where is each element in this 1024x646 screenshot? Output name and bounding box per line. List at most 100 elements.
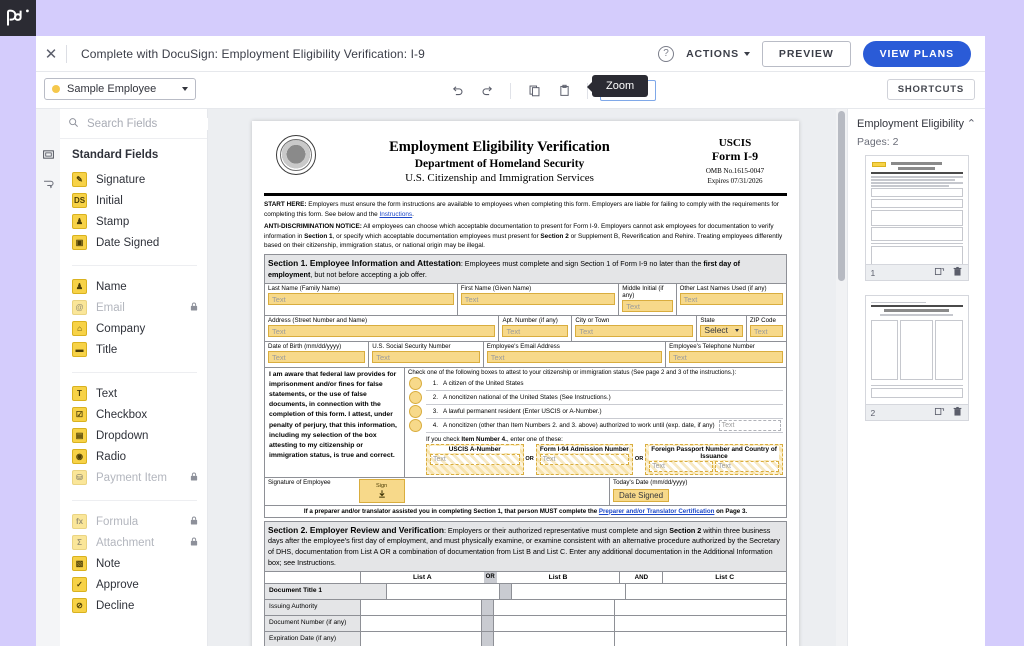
citizenship-option[interactable]: 4. A noncitizen (other than Item Numbers … bbox=[409, 418, 783, 433]
state-select-field[interactable]: Select bbox=[700, 324, 743, 337]
text-field[interactable]: Text bbox=[460, 292, 616, 305]
option-number: 1. bbox=[432, 379, 438, 387]
radio-field[interactable] bbox=[409, 404, 422, 418]
cell-list-c[interactable] bbox=[615, 632, 786, 646]
field-label: ZIP Code bbox=[749, 316, 776, 324]
cell-list-a[interactable] bbox=[387, 584, 500, 599]
field-item-payment-item[interactable]: ⛁ Payment Item bbox=[72, 467, 207, 488]
instructions-link[interactable]: Instructions bbox=[379, 211, 412, 218]
cell-list-c[interactable] bbox=[626, 584, 786, 599]
text-field[interactable]: Text bbox=[622, 299, 673, 312]
field-item-text[interactable]: T Text bbox=[72, 383, 207, 404]
form-row: Last Name (Family Name) Text First Name (G… bbox=[264, 283, 787, 316]
number-box-field[interactable]: Text bbox=[430, 453, 520, 465]
field-item-stamp[interactable]: ♟ Stamp bbox=[72, 211, 207, 232]
copy-button[interactable] bbox=[523, 80, 545, 102]
actions-menu-button[interactable]: ACTIONS bbox=[686, 48, 750, 60]
radio-field[interactable] bbox=[409, 390, 422, 404]
formula-icon: fx bbox=[72, 514, 87, 529]
number-box-field[interactable]: Text bbox=[649, 460, 714, 472]
cell-list-b[interactable] bbox=[494, 615, 616, 631]
field-item-dropdown[interactable]: ▤ Dropdown bbox=[72, 425, 207, 446]
cell-list-a[interactable] bbox=[361, 616, 481, 631]
field-item-radio[interactable]: ◉ Radio bbox=[72, 446, 207, 467]
pandadoc-logo[interactable] bbox=[0, 0, 36, 36]
cell-list-c[interactable] bbox=[615, 616, 786, 631]
text-field[interactable]: Text bbox=[486, 350, 663, 363]
name-icon: ♟ bbox=[72, 279, 87, 294]
field-item-signature[interactable]: ✎ Signature bbox=[72, 169, 207, 190]
close-button[interactable]: ✕ bbox=[36, 36, 66, 72]
citizenship-option[interactable]: 1. A citizen of the United States bbox=[409, 376, 783, 391]
field-item-email[interactable]: @ Email bbox=[72, 297, 207, 318]
cell-list-b[interactable] bbox=[494, 599, 616, 615]
citizenship-option[interactable]: 2. A noncitizen national of the United St… bbox=[409, 390, 783, 405]
field-item-company[interactable]: ⌂ Company bbox=[72, 318, 207, 339]
view-plans-button[interactable]: VIEW PLANS bbox=[862, 40, 971, 67]
field-item-note[interactable]: ▧ Note bbox=[72, 553, 207, 574]
page-thumbnail[interactable]: 2 bbox=[864, 295, 969, 421]
citizenship-option-list: 1. A citizen of the United States 2. A nonc… bbox=[409, 376, 783, 433]
item4-number-boxes: USCIS A-Number Text OR Form I-94 Admission … bbox=[426, 443, 783, 475]
text-field[interactable]: Text bbox=[372, 350, 480, 363]
field-item-formula[interactable]: fx Formula bbox=[72, 511, 207, 532]
cell-list-a[interactable] bbox=[361, 600, 481, 615]
field-item-decline[interactable]: ⊘ Decline bbox=[72, 595, 207, 616]
note-icon: ▧ bbox=[72, 556, 87, 571]
field-item-initial[interactable]: DS Initial bbox=[72, 190, 207, 211]
cell-list-b[interactable] bbox=[512, 583, 627, 599]
duplicate-page-icon[interactable] bbox=[934, 406, 945, 419]
field-item-checkbox[interactable]: ☑ Checkbox bbox=[72, 404, 207, 425]
number-box-field[interactable]: Text bbox=[539, 453, 630, 465]
todays-date-label: Today's Date (mm/dd/yyyy) bbox=[613, 478, 688, 486]
number-box-field-secondary[interactable]: Text bbox=[715, 460, 779, 472]
canvas-scrollbar[interactable] bbox=[836, 109, 847, 646]
sign-field[interactable]: Sign bbox=[358, 478, 405, 503]
cell-list-c[interactable] bbox=[615, 600, 786, 615]
field-item-approve[interactable]: ✓ Approve bbox=[72, 574, 207, 595]
document-page-1[interactable]: Employment Eligibility Verification Depa… bbox=[252, 121, 799, 646]
chevron-up-icon[interactable]: ⌃ bbox=[967, 117, 976, 130]
recipient-dropdown[interactable]: Sample Employee bbox=[44, 78, 196, 100]
text-field[interactable]: Text bbox=[502, 324, 569, 337]
cell-list-b[interactable] bbox=[494, 631, 616, 646]
approve-icon: ✓ bbox=[72, 577, 87, 592]
text-field[interactable]: Text bbox=[268, 350, 366, 363]
text-field[interactable]: Text bbox=[268, 292, 454, 305]
number-box-label: Foreign Passport Number and Country of I… bbox=[649, 445, 779, 460]
field-label: Other Last Names Used (if any) bbox=[679, 284, 767, 292]
content-rail-icon[interactable] bbox=[36, 169, 60, 199]
text-field[interactable]: Text bbox=[669, 350, 783, 363]
field-item-date-signed[interactable]: ▣ Date Signed bbox=[72, 232, 207, 253]
date-signed-field[interactable]: Date Signed bbox=[613, 488, 670, 502]
field-item-name[interactable]: ♟ Name bbox=[72, 276, 207, 297]
anti-bold-1: Section 1 bbox=[304, 232, 333, 240]
duplicate-page-icon[interactable] bbox=[934, 266, 945, 279]
canvas-scrollbar-thumb[interactable] bbox=[838, 111, 845, 281]
preparer-certification-link[interactable]: Preparer and/or Translator Certification bbox=[599, 508, 715, 515]
expiration-date-field[interactable]: Text bbox=[718, 419, 781, 431]
text-field[interactable]: Text bbox=[575, 324, 694, 337]
help-icon[interactable]: ? bbox=[658, 45, 675, 62]
field-item-attachment[interactable]: Ʃ Attachment bbox=[72, 532, 207, 553]
document-canvas[interactable]: Employment Eligibility Verification Depa… bbox=[208, 109, 839, 646]
text-field[interactable]: Text bbox=[679, 292, 783, 305]
radio-field[interactable] bbox=[409, 418, 422, 432]
field-item-title[interactable]: ▬ Title bbox=[72, 339, 207, 360]
delete-page-icon[interactable] bbox=[952, 406, 963, 419]
delete-page-icon[interactable] bbox=[952, 266, 963, 279]
fields-rail-icon[interactable] bbox=[36, 139, 60, 169]
text-field[interactable]: Text bbox=[268, 324, 496, 337]
stamp-icon: ♟ bbox=[72, 214, 87, 229]
text-field[interactable]: Text bbox=[749, 324, 783, 337]
undo-button[interactable] bbox=[446, 80, 468, 102]
paste-button[interactable] bbox=[553, 80, 575, 102]
redo-button[interactable] bbox=[476, 80, 498, 102]
radio-field[interactable] bbox=[409, 376, 422, 390]
shortcuts-button[interactable]: SHORTCUTS bbox=[886, 79, 975, 100]
field-label: Employee's Email Address bbox=[486, 342, 560, 350]
page-thumbnail[interactable]: 1 bbox=[864, 155, 969, 281]
preview-button[interactable]: PREVIEW bbox=[761, 40, 851, 67]
citizenship-option[interactable]: 3. A lawful permanent resident (Enter USC… bbox=[409, 404, 783, 419]
cell-list-a[interactable] bbox=[361, 632, 481, 646]
